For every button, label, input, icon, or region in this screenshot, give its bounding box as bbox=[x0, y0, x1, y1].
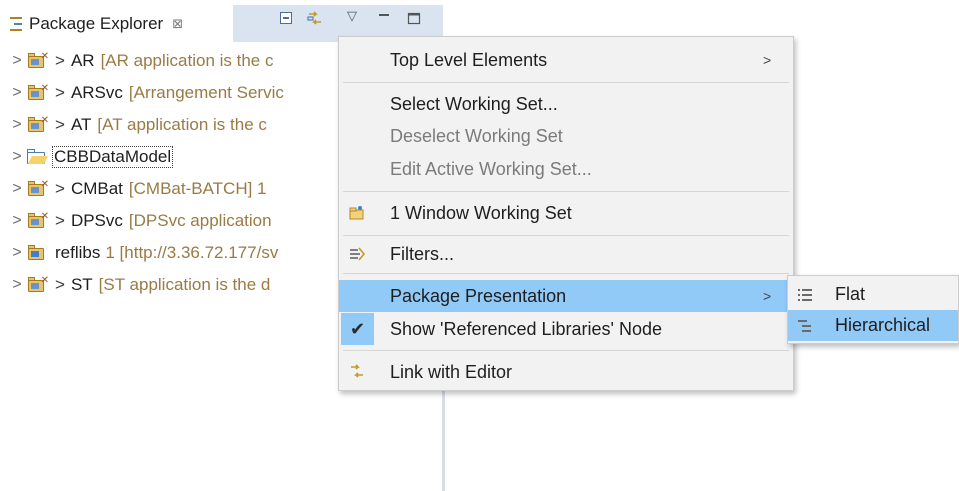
project-decoration: 1 [http://3.36.72.177/sv bbox=[105, 243, 279, 262]
submenu-item-flat[interactable]: Flat bbox=[788, 279, 958, 310]
dirty-marker: > bbox=[55, 51, 65, 70]
dirty-marker: > bbox=[55, 179, 65, 198]
hierarchical-layout-icon bbox=[798, 319, 814, 333]
submenu-item-label: Flat bbox=[835, 284, 866, 304]
view-menu-icon[interactable]: ▽ bbox=[347, 8, 365, 26]
menu-item-label: Top Level Elements bbox=[390, 49, 548, 70]
dirty-marker: > bbox=[55, 211, 65, 230]
project-icon: ✕ bbox=[27, 276, 49, 294]
menu-separator bbox=[343, 273, 789, 274]
menu-item-show-referenced-libraries[interactable]: ✔ Show 'Referenced Libraries' Node bbox=[339, 313, 793, 345]
project-icon: ✕ bbox=[27, 84, 49, 102]
close-icon[interactable]: ⊠ bbox=[172, 16, 183, 32]
collapse-all-icon[interactable] bbox=[278, 10, 296, 28]
project-decoration: [Arrangement Servic bbox=[128, 83, 284, 102]
link-with-editor-icon bbox=[348, 363, 366, 381]
menu-item-package-presentation[interactable]: Package Presentation > bbox=[339, 280, 793, 312]
view-title: Package Explorer bbox=[29, 13, 164, 33]
menu-item-link-with-editor[interactable]: Link with Editor bbox=[339, 356, 793, 388]
minimize-icon[interactable] bbox=[376, 10, 394, 28]
menu-item-filters[interactable]: Filters... bbox=[339, 238, 793, 270]
expand-chevron-icon[interactable]: > bbox=[8, 180, 26, 198]
maximize-icon[interactable] bbox=[406, 10, 424, 28]
view-menu: Top Level Elements > Select Working Set.… bbox=[338, 36, 794, 391]
project-decoration: [AT application is the c bbox=[97, 115, 267, 134]
check-icon: ✔ bbox=[341, 313, 374, 345]
expand-chevron-icon[interactable]: > bbox=[8, 116, 26, 134]
project-name: reflibs bbox=[55, 243, 101, 262]
menu-item-label: Package Presentation bbox=[390, 285, 567, 306]
expand-chevron-icon[interactable]: > bbox=[8, 276, 26, 294]
menu-item-top-level-elements[interactable]: Top Level Elements > bbox=[339, 44, 793, 76]
menu-separator bbox=[343, 82, 789, 83]
project-name: ST bbox=[70, 275, 93, 294]
menu-item-label: Deselect Working Set bbox=[390, 125, 563, 146]
link-with-editor-icon[interactable] bbox=[306, 10, 324, 28]
project-name: DPSvc bbox=[70, 211, 123, 230]
expand-chevron-icon[interactable]: > bbox=[8, 244, 26, 262]
expand-chevron-icon[interactable]: > bbox=[8, 212, 26, 230]
menu-item-window-working-set[interactable]: 1 Window Working Set bbox=[339, 197, 793, 229]
dirty-marker: > bbox=[55, 83, 65, 102]
working-set-icon bbox=[348, 204, 366, 222]
dirty-marker: > bbox=[55, 115, 65, 134]
submenu-arrow-icon: > bbox=[763, 288, 772, 304]
menu-item-label: Edit Active Working Set... bbox=[390, 158, 592, 179]
menu-item-label: Show 'Referenced Libraries' Node bbox=[390, 318, 663, 339]
project-name: AT bbox=[70, 115, 92, 134]
project-icon: ✕ bbox=[27, 52, 49, 70]
menu-item-label: Filters... bbox=[390, 243, 455, 264]
dirty-marker: > bbox=[55, 275, 65, 294]
menu-item-label: 1 Window Working Set bbox=[390, 202, 572, 223]
project-name: CMBat bbox=[70, 179, 123, 198]
project-icon: ✕ bbox=[27, 116, 49, 134]
library-icon bbox=[27, 244, 49, 262]
project-decoration: [AR application is the c bbox=[100, 51, 274, 70]
package-explorer-icon bbox=[10, 16, 22, 31]
project-decoration: [DPSvc application bbox=[128, 211, 272, 230]
menu-item-select-working-set[interactable]: Select Working Set... bbox=[339, 88, 793, 120]
project-icon: ✕ bbox=[27, 180, 49, 198]
submenu-arrow-icon: > bbox=[763, 52, 772, 68]
project-decoration: [CMBat-BATCH] 1 bbox=[128, 179, 267, 198]
folder-icon bbox=[27, 149, 48, 165]
filter-icon bbox=[348, 245, 366, 263]
menu-item-label: Select Working Set... bbox=[390, 93, 558, 114]
package-presentation-submenu: Flat Hierarchical bbox=[787, 275, 959, 344]
menu-item-edit-active-working-set[interactable]: Edit Active Working Set... bbox=[339, 153, 793, 185]
submenu-item-label: Hierarchical bbox=[835, 315, 931, 335]
menu-separator bbox=[343, 235, 789, 236]
expand-chevron-icon[interactable]: > bbox=[8, 84, 26, 102]
project-name: ARSvc bbox=[70, 83, 123, 102]
tab-package-explorer[interactable]: Package Explorer ⊠ bbox=[0, 5, 233, 42]
project-decoration: [ST application is the d bbox=[98, 275, 271, 294]
menu-item-deselect-working-set[interactable]: Deselect Working Set bbox=[339, 120, 793, 152]
flat-layout-icon bbox=[798, 288, 814, 302]
expand-chevron-icon[interactable]: > bbox=[8, 52, 26, 70]
project-name: CBBDataModel bbox=[52, 146, 174, 168]
menu-item-label: Link with Editor bbox=[390, 361, 513, 382]
menu-separator bbox=[343, 350, 789, 351]
expand-chevron-icon[interactable]: > bbox=[8, 148, 26, 166]
submenu-item-hierarchical[interactable]: Hierarchical bbox=[788, 310, 958, 341]
project-name: AR bbox=[70, 51, 95, 70]
menu-separator bbox=[343, 191, 789, 192]
project-icon: ✕ bbox=[27, 212, 49, 230]
